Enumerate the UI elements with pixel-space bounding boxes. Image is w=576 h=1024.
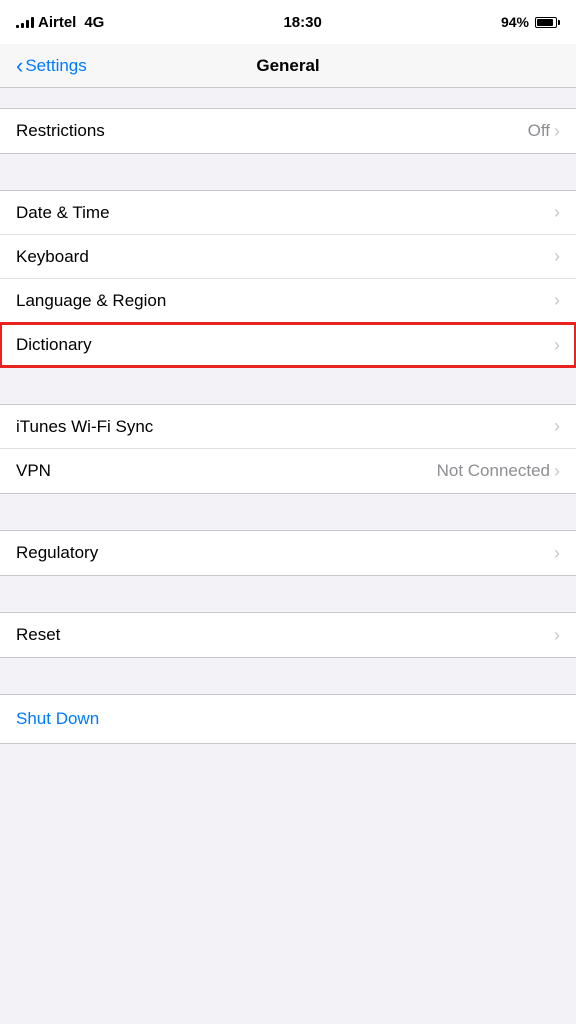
chevron-icon: › xyxy=(554,416,560,437)
battery-icon xyxy=(535,17,560,28)
clock: 18:30 xyxy=(283,14,321,31)
regulatory-right: › xyxy=(554,543,560,564)
back-button[interactable]: ‹ Settings xyxy=(8,51,95,81)
back-chevron-icon: ‹ xyxy=(16,55,23,77)
shutdown-label: Shut Down xyxy=(16,709,99,728)
vpn-right: Not Connected › xyxy=(437,461,560,482)
reset-row[interactable]: Reset › xyxy=(0,613,576,657)
chevron-icon: › xyxy=(554,461,560,482)
itunes-wifi-row[interactable]: iTunes Wi-Fi Sync › xyxy=(0,405,576,449)
date-time-right: › xyxy=(554,202,560,223)
language-region-row[interactable]: Language & Region › xyxy=(0,279,576,323)
spacer-1 xyxy=(0,154,576,190)
regulatory-label: Regulatory xyxy=(16,543,98,563)
restrictions-section: Restrictions Off › xyxy=(0,108,576,154)
restrictions-value: Off › xyxy=(528,121,560,142)
reset-label: Reset xyxy=(16,625,60,645)
signal-icon xyxy=(16,16,34,28)
restrictions-row[interactable]: Restrictions Off › xyxy=(0,109,576,153)
itunes-section: iTunes Wi-Fi Sync › VPN Not Connected › xyxy=(0,404,576,494)
battery-percent: 94% xyxy=(501,14,529,30)
reset-section: Reset › xyxy=(0,612,576,658)
page-title: General xyxy=(256,56,319,76)
status-left: Airtel 4G xyxy=(16,14,104,31)
date-time-row[interactable]: Date & Time › xyxy=(0,191,576,235)
vpn-label: VPN xyxy=(16,461,51,481)
regulatory-section: Regulatory › xyxy=(0,530,576,576)
chevron-icon: › xyxy=(554,625,560,646)
itunes-wifi-right: › xyxy=(554,416,560,437)
restrictions-status: Off xyxy=(528,121,550,141)
shutdown-row[interactable]: Shut Down xyxy=(0,694,576,744)
spacer-4 xyxy=(0,576,576,612)
reset-right: › xyxy=(554,625,560,646)
chevron-icon: › xyxy=(554,290,560,311)
language-region-right: › xyxy=(554,290,560,311)
dictionary-row[interactable]: Dictionary › xyxy=(0,323,576,367)
dictionary-right: › xyxy=(554,335,560,356)
date-time-label: Date & Time xyxy=(16,203,110,223)
chevron-icon: › xyxy=(554,202,560,223)
language-region-label: Language & Region xyxy=(16,291,166,311)
spacer-3 xyxy=(0,494,576,530)
dictionary-label: Dictionary xyxy=(16,335,92,355)
keyboard-right: › xyxy=(554,246,560,267)
nav-bar: ‹ Settings General xyxy=(0,44,576,88)
network-label: 4G xyxy=(84,14,104,31)
keyboard-label: Keyboard xyxy=(16,247,89,267)
chevron-icon: › xyxy=(554,335,560,356)
status-bar: Airtel 4G 18:30 94% xyxy=(0,0,576,44)
spacer-top xyxy=(0,88,576,108)
chevron-icon: › xyxy=(554,121,560,142)
chevron-icon: › xyxy=(554,543,560,564)
spacer-5 xyxy=(0,658,576,694)
carrier-label: Airtel xyxy=(38,14,76,31)
back-label: Settings xyxy=(25,56,86,76)
regulatory-row[interactable]: Regulatory › xyxy=(0,531,576,575)
restrictions-label: Restrictions xyxy=(16,121,105,141)
status-right: 94% xyxy=(501,14,560,30)
general-section: Date & Time › Keyboard › Language & Regi… xyxy=(0,190,576,368)
itunes-wifi-label: iTunes Wi-Fi Sync xyxy=(16,417,153,437)
vpn-row[interactable]: VPN Not Connected › xyxy=(0,449,576,493)
keyboard-row[interactable]: Keyboard › xyxy=(0,235,576,279)
spacer-2 xyxy=(0,368,576,404)
chevron-icon: › xyxy=(554,246,560,267)
vpn-status: Not Connected xyxy=(437,461,550,481)
